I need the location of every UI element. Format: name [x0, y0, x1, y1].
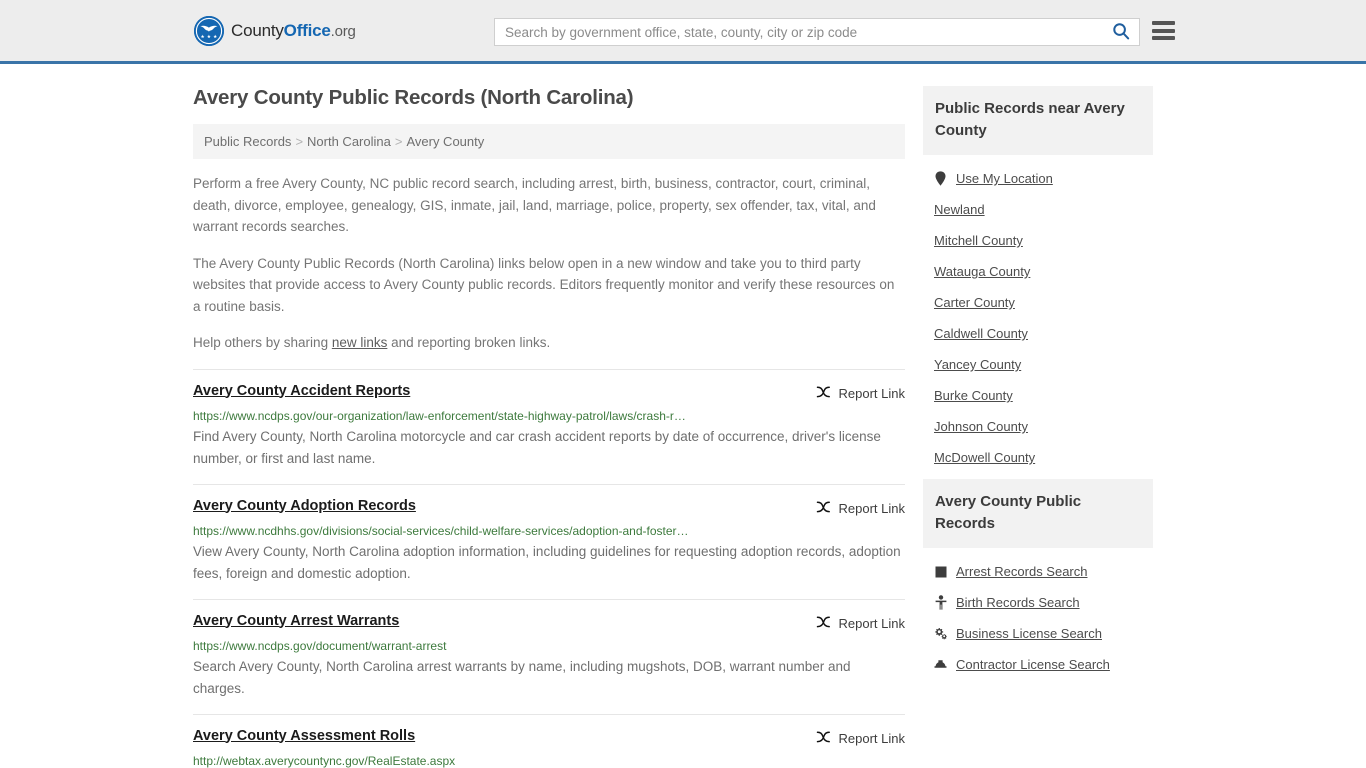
hamburger-bar: [1152, 36, 1175, 40]
page-title: Avery County Public Records (North Carol…: [193, 86, 634, 109]
broken-link-icon: [815, 384, 832, 403]
sidebar-link[interactable]: Use My Location: [956, 171, 1053, 186]
sidebar-item-contractor-license-search[interactable]: Contractor License Search: [923, 649, 1153, 680]
sidebar-link[interactable]: Yancey County: [934, 357, 1021, 372]
result-title-link[interactable]: Avery County Adoption Records: [193, 498, 416, 514]
sidebar-link[interactable]: Burke County: [934, 388, 1013, 403]
sidebar-list: Use My Location Newland Mitchell County …: [923, 155, 1153, 473]
sidebar-link[interactable]: Johnson County: [934, 419, 1028, 434]
new-links-link[interactable]: new links: [332, 335, 388, 350]
breadcrumb-separator: >: [295, 134, 304, 149]
search-input[interactable]: [495, 19, 1103, 45]
search-icon: [1112, 22, 1130, 43]
site-header: CountyOffice.org: [0, 0, 1366, 64]
hamburger-menu-icon[interactable]: [1152, 21, 1175, 40]
result-title-link[interactable]: Avery County Accident Reports: [193, 383, 410, 399]
result-description: View Avery County, North Carolina adopti…: [193, 543, 901, 581]
result-description: Find Avery County, North Carolina motorc…: [193, 428, 881, 466]
brand-org: .org: [330, 22, 356, 40]
broken-link-icon: [815, 729, 832, 748]
main-content: Avery County Public Records (North Carol…: [193, 86, 905, 768]
result-item: Avery County Assessment Rolls Report Lin…: [193, 713, 905, 768]
sidebar-link[interactable]: Contractor License Search: [956, 657, 1110, 672]
sidebar-link[interactable]: Birth Records Search: [956, 595, 1080, 610]
report-link-button[interactable]: Report Link: [815, 728, 905, 748]
result-title-link[interactable]: Avery County Assessment Rolls: [193, 728, 415, 744]
search-bar[interactable]: [494, 18, 1140, 46]
breadcrumb-item-public-records[interactable]: Public Records: [204, 134, 291, 149]
result-url: https://www.ncdhhs.gov/divisions/social-…: [193, 523, 689, 538]
report-link-label: Report Link: [838, 385, 905, 401]
result-url: https://www.ncdps.gov/document/warrant-a…: [193, 638, 447, 653]
help-prefix: Help others by sharing: [193, 335, 332, 350]
sidebar-item-watauga-county[interactable]: Watauga County: [923, 256, 1153, 287]
square-icon: [934, 564, 947, 579]
sidebar-item-caldwell-county[interactable]: Caldwell County: [923, 318, 1153, 349]
breadcrumb-item-avery-county: Avery County: [406, 134, 485, 149]
report-link-button[interactable]: Report Link: [815, 613, 905, 633]
sidebar-item-arrest-records-search[interactable]: Arrest Records Search: [923, 556, 1153, 587]
sidebar-item-johnson-county[interactable]: Johnson County: [923, 411, 1153, 442]
sidebar-heading: Avery County Public Records: [923, 479, 1153, 548]
report-link-button[interactable]: Report Link: [815, 498, 905, 518]
sidebar-item-business-license-search[interactable]: Business License Search: [923, 618, 1153, 649]
sidebar-item-mcdowell-county[interactable]: McDowell County: [923, 442, 1153, 473]
sidebar-link[interactable]: Watauga County: [934, 264, 1030, 279]
sidebar-section-public-records: Avery County Public Records Arrest Recor…: [923, 479, 1153, 680]
brand-wordmark: CountyOffice.org: [231, 21, 356, 41]
hamburger-bar: [1152, 21, 1175, 25]
map-pin-icon: [934, 171, 947, 186]
report-link-button[interactable]: Report Link: [815, 383, 905, 403]
sidebar-link[interactable]: Newland: [934, 202, 985, 217]
sidebar-item-burke-county[interactable]: Burke County: [923, 380, 1153, 411]
site-logo[interactable]: CountyOffice.org: [194, 15, 356, 46]
help-suffix: and reporting broken links.: [387, 335, 551, 350]
search-button[interactable]: [1103, 19, 1139, 45]
sidebar-link[interactable]: Mitchell County: [934, 233, 1023, 248]
breadcrumb-separator: >: [394, 134, 403, 149]
breadcrumb-item-north-carolina[interactable]: North Carolina: [307, 134, 391, 149]
sidebar-link[interactable]: Caldwell County: [934, 326, 1028, 341]
sidebar-item-birth-records-search[interactable]: Birth Records Search: [923, 587, 1153, 618]
sidebar-item-newland[interactable]: Newland: [923, 194, 1153, 225]
result-title-link[interactable]: Avery County Arrest Warrants: [193, 613, 399, 629]
page-body: Avery County Public Records (North Carol…: [0, 64, 1366, 768]
breadcrumb: Public Records > North Carolina > Avery Coun…: [193, 124, 905, 159]
hamburger-bar: [1152, 28, 1175, 33]
brand-office: Office: [283, 20, 331, 40]
hard-hat-icon: [934, 657, 947, 672]
result-item: Avery County Arrest Warrants Report Link…: [193, 598, 905, 714]
sidebar-item-mitchell-county[interactable]: Mitchell County: [923, 225, 1153, 256]
eagle-seal-icon: [194, 15, 224, 46]
gears-icon: [934, 626, 947, 641]
sidebar-heading: Public Records near Avery County: [923, 86, 1153, 155]
result-description: Search Avery County, North Carolina arre…: [193, 658, 851, 696]
broken-link-icon: [815, 499, 832, 518]
sidebar-link[interactable]: Arrest Records Search: [956, 564, 1088, 579]
help-paragraph: Help others by sharing new links and rep…: [193, 332, 905, 354]
result-url: http://webtax.averycountync.gov/RealEsta…: [193, 753, 456, 768]
sidebar-section-nearby: Public Records near Avery County Use My …: [923, 86, 1153, 473]
sidebar-item-yancey-county[interactable]: Yancey County: [923, 349, 1153, 380]
sidebar-link[interactable]: Carter County: [934, 295, 1015, 310]
report-link-label: Report Link: [838, 500, 905, 516]
intro-paragraph-2: The Avery County Public Records (North C…: [193, 255, 895, 314]
child-icon: [934, 595, 947, 610]
sidebar-item-carter-county[interactable]: Carter County: [923, 287, 1153, 318]
intro-paragraph-1: Perform a free Avery County, NC public r…: [193, 176, 876, 234]
sidebar-link[interactable]: McDowell County: [934, 450, 1035, 465]
sidebar-link[interactable]: Business License Search: [956, 626, 1102, 641]
sidebar: Public Records near Avery County Use My …: [923, 86, 1153, 768]
result-item: Avery County Accident Reports Report Lin…: [193, 368, 905, 484]
sidebar-item-use-my-location[interactable]: Use My Location: [923, 163, 1153, 194]
sidebar-list: Arrest Records Search Birth Records Sear…: [923, 548, 1153, 680]
broken-link-icon: [815, 614, 832, 633]
report-link-label: Report Link: [838, 730, 905, 746]
result-item: Avery County Adoption Records Report Lin…: [193, 483, 905, 599]
result-url: https://www.ncdps.gov/our-organization/l…: [193, 408, 686, 423]
brand-county: County: [231, 20, 284, 40]
report-link-label: Report Link: [838, 615, 905, 631]
